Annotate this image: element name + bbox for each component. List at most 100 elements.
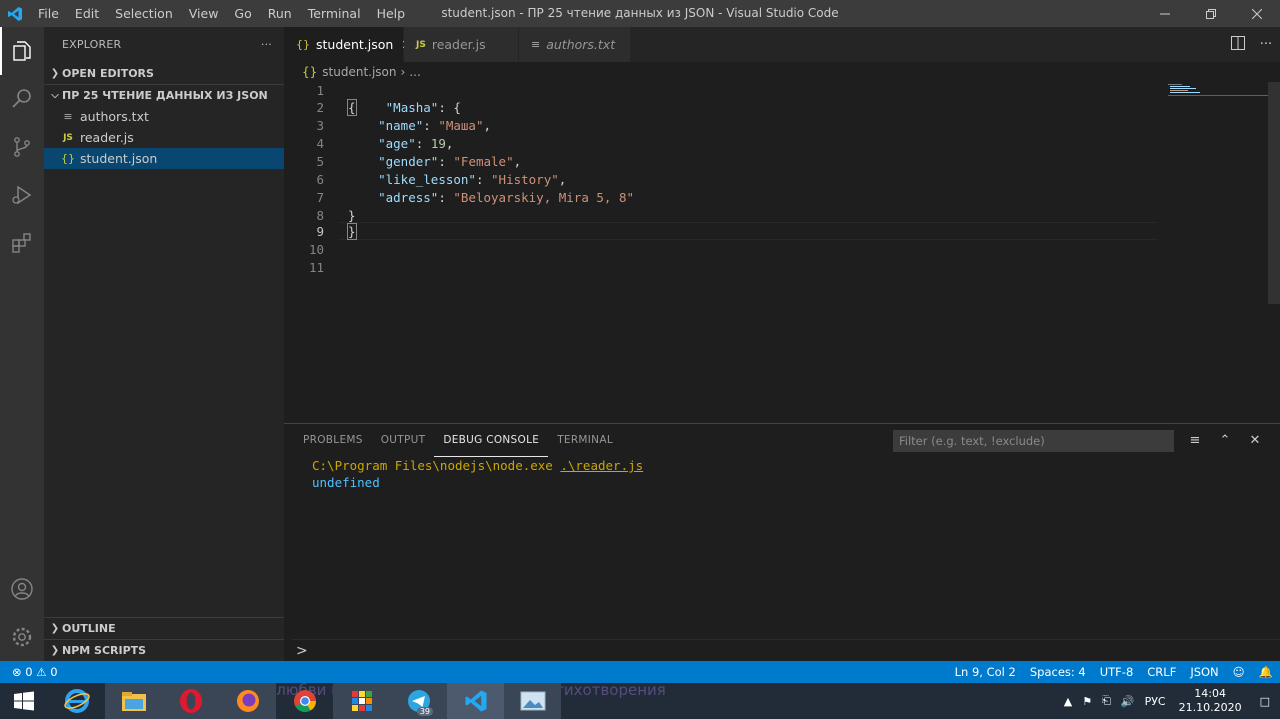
npm-scripts-label: NPM SCRIPTS: [62, 644, 147, 657]
settings-gear-icon[interactable]: [0, 613, 44, 661]
debug-console-output: C:\Program Files\nodejs\node.exe .\reade…: [284, 457, 1280, 491]
code-line: 4 "age": 19,: [284, 135, 1164, 153]
line-number: 7: [316, 190, 324, 205]
encoding[interactable]: UTF-8: [1093, 665, 1141, 679]
close-panel-icon[interactable]: ✕: [1240, 430, 1270, 452]
code-line: 1: [284, 82, 1164, 100]
notifications-icon[interactable]: □: [1250, 695, 1280, 708]
security-flag-icon[interactable]: ⚑: [1077, 695, 1097, 708]
tab-reader-js[interactable]: JS reader.js: [404, 27, 519, 62]
tray-overflow-icon[interactable]: ▲: [1059, 695, 1077, 708]
console-line: undefined: [312, 474, 1280, 491]
file-label: student.json: [80, 151, 158, 166]
outline-section[interactable]: ❯ OUTLINE: [44, 617, 284, 639]
file-authors-txt[interactable]: ≡ authors.txt: [44, 106, 284, 127]
split-editor-icon[interactable]: [1224, 35, 1252, 54]
warning-icon: ⚠: [36, 665, 47, 679]
tab-problems[interactable]: PROBLEMS: [294, 424, 372, 457]
folder-label: ПР 25 ЧТЕНИЕ ДАННЫХ ИЗ JSON: [62, 89, 268, 102]
opera-icon[interactable]: [162, 683, 219, 719]
more-actions-icon[interactable]: ···: [1252, 37, 1280, 52]
chevron-right-icon: ›: [400, 65, 406, 79]
internet-explorer-icon[interactable]: [48, 683, 105, 719]
file-reader-js[interactable]: JS reader.js: [44, 127, 284, 148]
breadcrumb-more[interactable]: ...: [409, 65, 420, 79]
menu-run[interactable]: Run: [260, 0, 300, 27]
tab-student-json[interactable]: {} student.json ✕: [284, 27, 412, 62]
line-number: 2: [316, 100, 324, 115]
console-filter-input[interactable]: [893, 430, 1174, 452]
explorer-icon[interactable]: [0, 27, 44, 75]
vscode-logo-icon: [0, 0, 30, 27]
file-student-json[interactable]: {} student.json: [44, 148, 284, 169]
problems-status[interactable]: ⊗ 0 ⚠ 0: [0, 665, 58, 679]
source-control-icon[interactable]: [0, 123, 44, 171]
folder-section[interactable]: ⌵ ПР 25 ЧТЕНИЕ ДАННЫХ ИЗ JSON: [44, 84, 284, 106]
clock[interactable]: 14:04 21.10.2020: [1171, 687, 1250, 715]
maximize-panel-icon[interactable]: ⌃: [1210, 430, 1240, 452]
notifications-bell-icon[interactable]: 🔔: [1252, 665, 1280, 679]
run-debug-icon[interactable]: [0, 171, 44, 219]
console-input[interactable]: >: [292, 639, 1280, 661]
tab-debug-console[interactable]: DEBUG CONSOLE: [434, 424, 549, 457]
file-label: authors.txt: [80, 109, 149, 124]
menu-terminal[interactable]: Terminal: [300, 0, 369, 27]
menu-go[interactable]: Go: [226, 0, 259, 27]
menu-edit[interactable]: Edit: [67, 0, 107, 27]
sidebar-bottom-sections: ❯ OUTLINE ❯ NPM SCRIPTS: [44, 617, 284, 661]
search-icon[interactable]: [0, 75, 44, 123]
minimize-button[interactable]: [1142, 0, 1188, 27]
console-link[interactable]: .\reader.js: [560, 458, 643, 473]
input-language[interactable]: РУС: [1140, 695, 1171, 708]
code-line: 7 "adress": "Beloyarskiy, Mira 5, 8": [284, 189, 1164, 207]
restore-button[interactable]: [1188, 0, 1234, 27]
cursor-position[interactable]: Ln 9, Col 2: [948, 665, 1023, 679]
text-file-icon: ≡: [63, 110, 73, 123]
code-editor[interactable]: 1 2{ "Masha": { 3 "name": "Маша", 4 "age…: [284, 82, 1280, 422]
more-actions-icon[interactable]: ···: [261, 38, 272, 51]
clear-console-icon[interactable]: ≡: [1180, 430, 1210, 452]
editor-tabs: {} student.json ✕ JS reader.js ≡ authors…: [284, 27, 1280, 62]
chrome-icon[interactable]: [276, 683, 333, 719]
npm-scripts-section[interactable]: ❯ NPM SCRIPTS: [44, 639, 284, 661]
rubiks-cube-app-icon[interactable]: [333, 683, 390, 719]
close-button[interactable]: [1234, 0, 1280, 27]
language-mode[interactable]: JSON: [1183, 665, 1225, 679]
windows-taskbar: Стихи о любви классиков. Читать лучшие с…: [0, 681, 1280, 719]
window-controls: [1142, 0, 1280, 27]
code-line: 6 "like_lesson": "History",: [284, 171, 1164, 189]
line-number: 9: [316, 224, 324, 239]
minimap[interactable]: [1168, 82, 1268, 102]
tab-terminal[interactable]: TERMINAL: [548, 424, 622, 457]
explorer-sidebar: EXPLORER ··· ❯ OPEN EDITORS ⌵ ПР 25 ЧТЕН…: [44, 27, 284, 661]
error-count: 0: [25, 665, 33, 679]
telegram-icon[interactable]: 39: [390, 683, 447, 719]
activity-bottom: [0, 565, 44, 661]
photos-app-icon[interactable]: [504, 683, 561, 719]
indentation[interactable]: Spaces: 4: [1023, 665, 1093, 679]
menu-help[interactable]: Help: [369, 0, 414, 27]
menu-selection[interactable]: Selection: [107, 0, 181, 27]
editor-scrollbar[interactable]: [1268, 82, 1280, 304]
windows-start-icon[interactable]: [0, 683, 48, 719]
vscode-taskbar-icon[interactable]: [447, 683, 504, 719]
extensions-icon[interactable]: [0, 219, 44, 267]
accounts-icon[interactable]: [0, 565, 44, 613]
line-ending[interactable]: CRLF: [1140, 665, 1183, 679]
menu-file[interactable]: File: [30, 0, 67, 27]
network-icon[interactable]: ⎗: [1097, 694, 1116, 708]
tab-authors-txt[interactable]: ≡ authors.txt: [519, 27, 631, 62]
open-editors-section[interactable]: ❯ OPEN EDITORS: [44, 62, 284, 84]
file-label: reader.js: [80, 130, 134, 145]
feedback-icon[interactable]: ☺: [1226, 665, 1252, 679]
breadcrumb-file[interactable]: student.json: [322, 65, 396, 79]
json-file-icon: {}: [296, 38, 310, 51]
file-explorer-icon[interactable]: [105, 683, 162, 719]
firefox-icon[interactable]: [219, 683, 276, 719]
tab-output[interactable]: OUTPUT: [372, 424, 435, 457]
code-line: 11: [284, 259, 1164, 277]
status-bar: ⊗ 0 ⚠ 0 Ln 9, Col 2 Spaces: 4 UTF-8 CRLF…: [0, 661, 1280, 683]
editor-actions: ···: [1224, 27, 1280, 62]
menu-view[interactable]: View: [181, 0, 227, 27]
volume-icon[interactable]: 🔊: [1116, 695, 1140, 708]
